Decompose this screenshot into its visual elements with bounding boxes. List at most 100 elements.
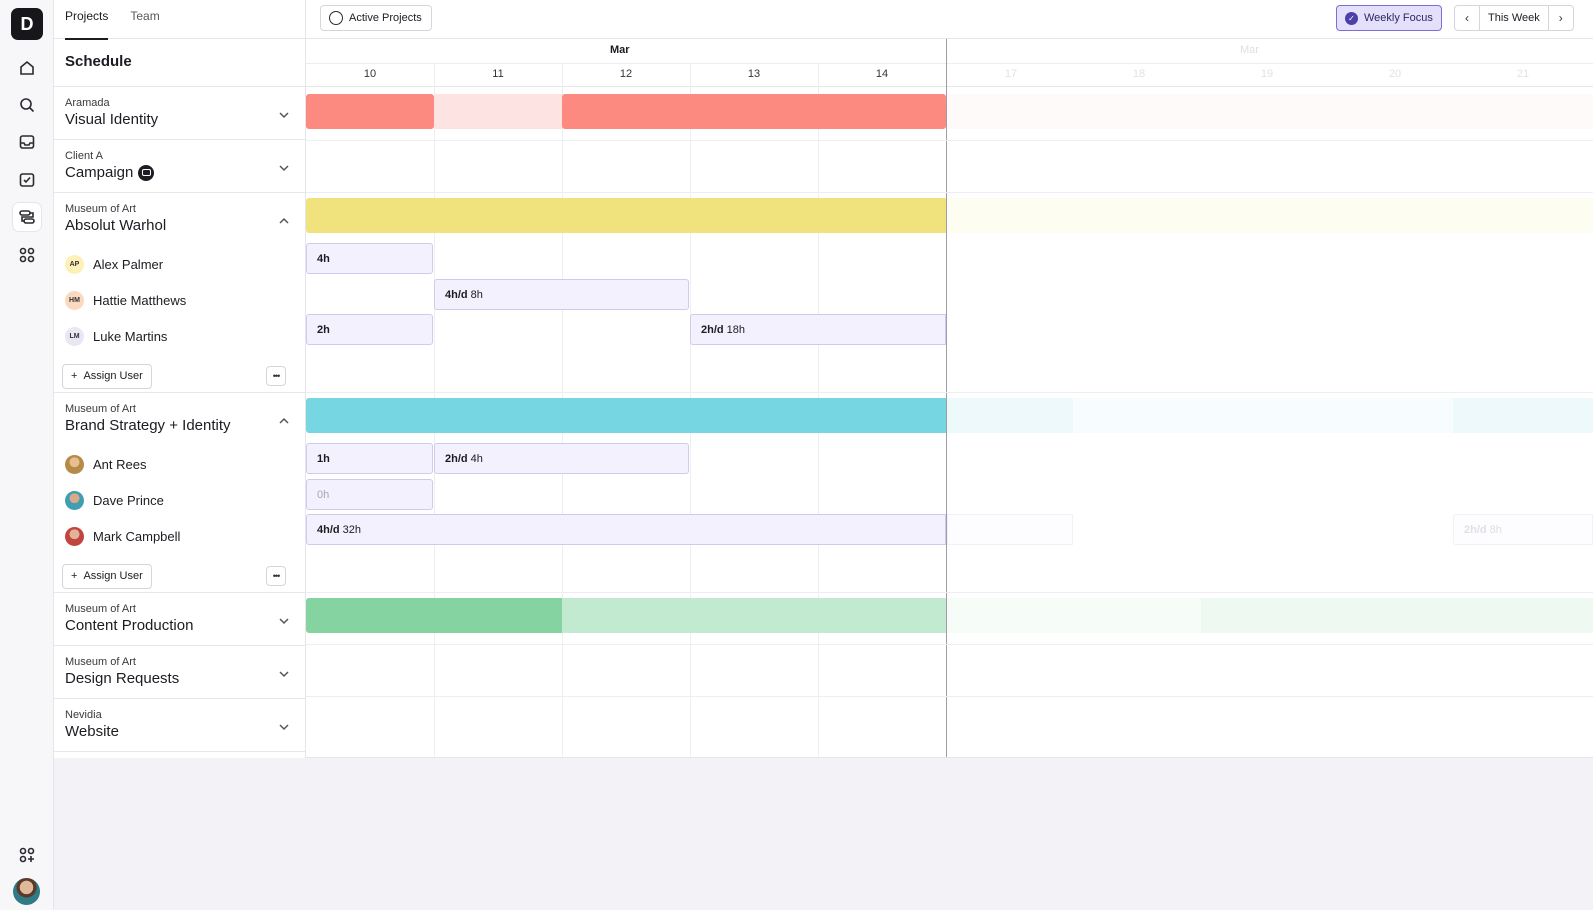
user-avatar[interactable]: [13, 878, 40, 905]
avatar: AP: [65, 254, 84, 274]
grid-row-line: [306, 644, 1593, 645]
project-bar-brand-strategy-future: [1453, 398, 1593, 433]
project-bar-content-production-future: [1201, 598, 1593, 633]
apps-icon[interactable]: [13, 241, 41, 269]
active-projects-label: Active Projects: [349, 12, 422, 24]
project-row-brand-strategy[interactable]: Museum of Art Brand Strategy + Identity …: [54, 393, 305, 593]
day-label: 18: [1132, 68, 1146, 80]
home-icon[interactable]: [13, 54, 41, 82]
more-options-icon[interactable]: •••: [266, 366, 286, 386]
assign-user-button[interactable]: + Assign User: [62, 363, 152, 389]
project-row-campaign[interactable]: Client A Campaign: [54, 140, 305, 193]
chevron-up-icon[interactable]: [279, 413, 289, 424]
day-label: 13: [747, 68, 761, 80]
chevron-down-icon[interactable]: [279, 160, 289, 172]
tasks-icon[interactable]: [13, 166, 41, 194]
member-name: Alex Palmer: [93, 256, 164, 272]
chevron-down-icon[interactable]: [279, 613, 289, 625]
chevron-down-icon[interactable]: [279, 719, 289, 731]
allocation-mark-campbell-future: [947, 514, 1073, 545]
avatar: HM: [65, 290, 84, 310]
plus-icon: +: [71, 370, 78, 382]
allocation-dave-prince[interactable]: 0h: [306, 479, 433, 510]
project-panel: Projects Team Schedule Aramada Visual Id…: [54, 0, 306, 758]
project-row-absolut-warhol[interactable]: Museum of Art Absolut Warhol AP Alex Pal…: [54, 193, 305, 393]
project-bar-content-production[interactable]: [306, 598, 562, 633]
allocation-rate: 4h/d: [317, 524, 340, 536]
active-projects-filter[interactable]: Active Projects: [320, 5, 432, 31]
member-name: Dave Prince: [93, 492, 164, 508]
project-bar-absolut-warhol[interactable]: [306, 198, 946, 233]
member-row[interactable]: Ant Rees: [65, 446, 294, 482]
project-bar-visual-identity-light[interactable]: [434, 94, 562, 129]
this-week-button[interactable]: This Week: [1479, 6, 1549, 30]
project-row-content-production[interactable]: Museum of Art Content Production: [54, 593, 305, 646]
grid-row-line: [306, 696, 1593, 697]
project-bar-visual-identity[interactable]: [306, 94, 434, 129]
project-client: Museum of Art: [65, 403, 136, 415]
member-row[interactable]: AP Alex Palmer: [65, 246, 294, 282]
assign-user-label: Assign User: [83, 570, 143, 582]
project-name: Absolut Warhol: [65, 217, 167, 234]
project-row-website[interactable]: Nevidia Website: [54, 699, 305, 752]
allocation-mark-campbell[interactable]: 4h/d 32h: [306, 514, 946, 545]
project-client: Aramada: [65, 97, 110, 109]
allocation-ant-rees[interactable]: 1h: [306, 443, 433, 474]
app-logo[interactable]: D: [11, 8, 43, 40]
project-bar-brand-strategy[interactable]: [306, 398, 946, 433]
chevron-right-icon[interactable]: ›: [1549, 6, 1573, 30]
day-label: 10: [363, 68, 377, 80]
avatar: [65, 454, 84, 474]
allocation-luke-martins[interactable]: 2h: [306, 314, 433, 345]
schedule-icon[interactable]: [13, 203, 41, 231]
member-name: Mark Campbell: [93, 528, 181, 544]
project-row-visual-identity[interactable]: Aramada Visual Identity: [54, 87, 305, 140]
grid-row-line: [306, 192, 1593, 193]
tab-team[interactable]: Team: [130, 0, 159, 39]
search-icon[interactable]: [13, 91, 41, 119]
chevron-down-icon[interactable]: [279, 666, 289, 678]
add-apps-icon[interactable]: [13, 841, 41, 869]
chevron-left-icon[interactable]: ‹: [1455, 6, 1479, 30]
assign-user-button[interactable]: + Assign User: [62, 563, 152, 589]
project-bar-visual-identity[interactable]: [562, 94, 946, 129]
project-row-design-requests[interactable]: Museum of Art Design Requests: [54, 646, 305, 699]
chevron-up-icon[interactable]: [279, 213, 289, 224]
project-client: Museum of Art: [65, 203, 136, 215]
page-title: Schedule: [54, 39, 305, 87]
project-name: Design Requests: [65, 670, 180, 687]
day-label: 17: [1004, 68, 1018, 80]
more-options-icon[interactable]: •••: [266, 566, 286, 586]
grid-row-line: [306, 592, 1593, 593]
avatar: [65, 526, 84, 546]
project-bar-content-production-future: [947, 598, 1201, 633]
week-navigation: ‹ This Week ›: [1454, 5, 1574, 31]
tab-projects[interactable]: Projects: [65, 0, 109, 40]
member-row[interactable]: Dave Prince: [65, 482, 294, 518]
project-bar-brand-strategy-future: [947, 398, 1073, 433]
allocation-ant-rees[interactable]: 2h/d 4h: [434, 443, 689, 474]
day-label: 14: [875, 68, 889, 80]
project-client: Museum of Art: [65, 603, 136, 615]
assign-row: + Assign User •••: [62, 554, 294, 598]
allocation-hattie-matthews[interactable]: 4h/d 8h: [434, 279, 689, 310]
inbox-icon[interactable]: [13, 128, 41, 156]
member-row[interactable]: Mark Campbell: [65, 518, 294, 554]
allocation-rate: 1h: [317, 453, 330, 465]
grid-row-line: [306, 757, 1593, 758]
allocation-rate: 2h: [317, 324, 330, 336]
allocation-total: 4h: [470, 453, 483, 465]
allocation-total: 32h: [342, 524, 361, 536]
chevron-down-icon[interactable]: [279, 107, 289, 119]
check-circle-icon: ✓: [1345, 11, 1358, 25]
weekly-focus-button[interactable]: ✓ Weekly Focus: [1336, 5, 1442, 31]
project-bar-content-production-light[interactable]: [562, 598, 946, 633]
project-client: Nevidia: [65, 709, 102, 721]
member-row[interactable]: HM Hattie Matthews: [65, 282, 294, 318]
allocation-alex-palmer[interactable]: 4h: [306, 243, 433, 274]
project-name: Campaign: [65, 164, 134, 181]
member-row[interactable]: LM Luke Martins: [65, 318, 294, 354]
allocation-total: 8h: [470, 289, 483, 301]
project-bar-absolut-warhol-future: [947, 198, 1593, 233]
allocation-luke-martins[interactable]: 2h/d 18h: [690, 314, 946, 345]
